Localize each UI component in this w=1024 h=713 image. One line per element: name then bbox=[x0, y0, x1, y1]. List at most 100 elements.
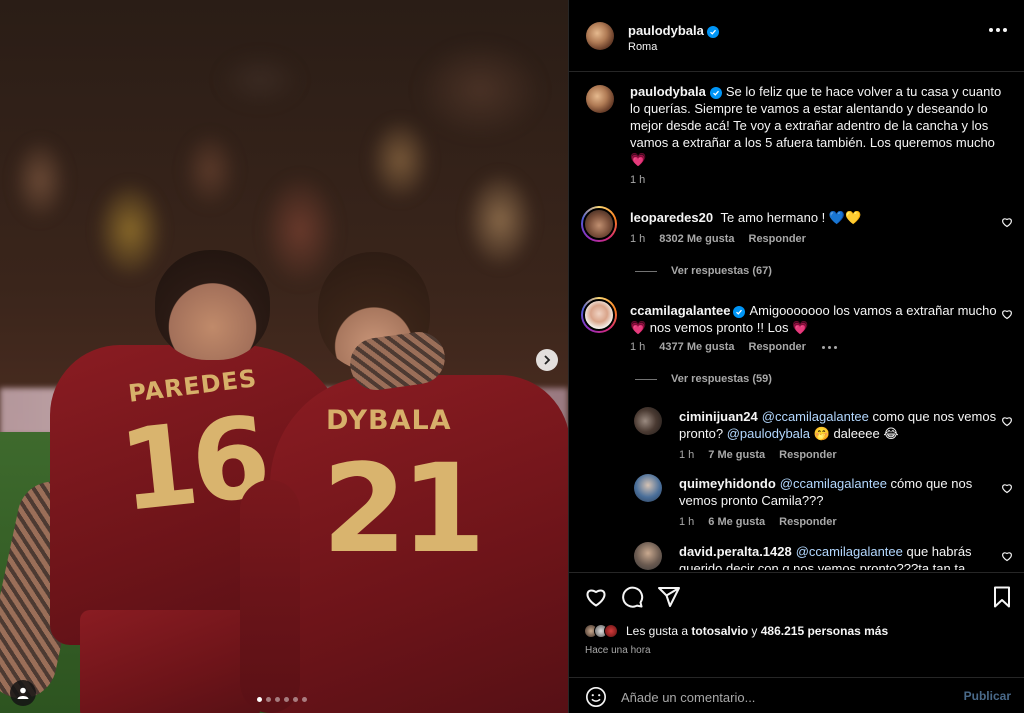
comment-time: 1 h bbox=[630, 233, 646, 245]
jersey-number-dybala: 21 bbox=[322, 438, 486, 580]
person-icon bbox=[17, 687, 29, 699]
comments-list[interactable]: paulodybala Se lo feliz que te hace volve… bbox=[569, 72, 1024, 570]
tagged-users-button[interactable] bbox=[10, 680, 36, 706]
likes-count[interactable]: 486.215 personas más bbox=[761, 624, 888, 638]
verified-badge-icon bbox=[706, 26, 719, 38]
comment-meta: 1 h 8302 Me gusta Responder bbox=[630, 233, 806, 245]
publish-button[interactable]: Publicar bbox=[964, 689, 1011, 703]
mention-link[interactable]: @ccamilagalantee bbox=[796, 544, 903, 559]
reply-meta: 1 h 6 Me gusta Responder bbox=[679, 516, 837, 528]
reply-body: que habrás bbox=[902, 544, 972, 559]
reply-likes[interactable]: 6 Me gusta bbox=[708, 516, 765, 528]
comment-input[interactable] bbox=[621, 686, 941, 708]
mention-link[interactable]: @ccamilagalantee bbox=[780, 476, 887, 491]
author-username[interactable]: paulodybala bbox=[628, 23, 704, 38]
carousel-dot bbox=[284, 697, 289, 702]
comment-options-button[interactable] bbox=[821, 345, 837, 349]
reply-body-line2: pronto? bbox=[679, 426, 727, 441]
comment-time: 1 h bbox=[630, 341, 646, 353]
view-replies-label: Ver respuestas (67) bbox=[671, 265, 772, 277]
caption-avatar[interactable] bbox=[586, 85, 614, 113]
comment-text: ccamilagalantee Amigooooooo los vamos a e… bbox=[630, 302, 1000, 336]
reply-body-line2: querido decir con q nos vemos pronto???t… bbox=[679, 561, 966, 570]
reply-likes[interactable]: 7 Me gusta bbox=[708, 449, 765, 461]
caption-meta: 1 h bbox=[630, 174, 645, 186]
carousel-indicator bbox=[257, 697, 307, 702]
author-avatar[interactable] bbox=[586, 22, 614, 50]
save-bookmark-icon[interactable] bbox=[990, 585, 1014, 609]
caption-text: paulodybala Se lo feliz que te hace volve… bbox=[630, 83, 1002, 168]
carousel-next-button[interactable] bbox=[536, 349, 558, 371]
paredes-head bbox=[155, 250, 270, 360]
reply-avatar[interactable] bbox=[634, 542, 662, 570]
reply-body-line2: vemos pronto Camila??? bbox=[679, 493, 824, 508]
reply-meta: 1 h 7 Me gusta Responder bbox=[679, 449, 837, 461]
comment-body: Amigooooooo los vamos a extrañar mucho bbox=[749, 303, 997, 318]
carousel-dot bbox=[257, 697, 262, 702]
reply-body-line2-end: 🤭 daleeee 😂 bbox=[810, 426, 899, 441]
paredes-shorts bbox=[80, 610, 260, 713]
share-icon[interactable] bbox=[657, 585, 681, 609]
like-comment-heart-icon[interactable] bbox=[1001, 308, 1013, 320]
more-dot-icon bbox=[996, 28, 1000, 32]
reply-avatar[interactable] bbox=[634, 474, 662, 502]
likes-user[interactable]: totosalvio bbox=[691, 624, 748, 638]
comment-avatar[interactable] bbox=[581, 297, 617, 333]
view-replies-button[interactable]: Ver respuestas (59) bbox=[635, 373, 772, 385]
reply-body: cómo que nos bbox=[886, 476, 973, 491]
mention-link[interactable]: @paulodybala bbox=[727, 426, 810, 441]
like-comment-heart-icon[interactable] bbox=[1001, 482, 1013, 494]
reply-username[interactable]: ciminijuan24 bbox=[679, 409, 758, 424]
view-replies-button[interactable]: Ver respuestas (67) bbox=[635, 265, 772, 277]
add-comment-bar: Publicar bbox=[569, 677, 1024, 713]
caption-time: 1 h bbox=[630, 174, 646, 186]
reply-time: 1 h bbox=[679, 516, 695, 528]
reply-username[interactable]: david.peralta.1428 bbox=[679, 544, 792, 559]
liker-avatar bbox=[604, 624, 618, 638]
caption-username[interactable]: paulodybala bbox=[630, 84, 706, 99]
reply-button[interactable]: Responder bbox=[749, 233, 806, 245]
like-comment-heart-icon[interactable] bbox=[1001, 415, 1013, 427]
post-detail-panel: paulodybala Roma paulodybala Se lo feliz … bbox=[568, 0, 1024, 713]
reply-text: quimeyhidondo @ccamilagalantee cómo que n… bbox=[679, 475, 999, 509]
reply-body: como que nos vemos bbox=[868, 409, 997, 424]
reply-button[interactable]: Responder bbox=[779, 516, 836, 528]
post-time-ago: Hace una hora bbox=[585, 645, 651, 656]
comment-likes[interactable]: 4377 Me gusta bbox=[659, 341, 734, 353]
post-location[interactable]: Roma bbox=[628, 41, 657, 53]
reply-username[interactable]: quimeyhidondo bbox=[679, 476, 776, 491]
comment-avatar[interactable] bbox=[581, 206, 617, 242]
comment-username[interactable]: ccamilagalantee bbox=[630, 303, 730, 318]
post-photo[interactable]: PAREDES 16 DYBALA 21 bbox=[0, 0, 568, 713]
more-options-button[interactable] bbox=[989, 28, 1007, 32]
carousel-dot bbox=[302, 697, 307, 702]
emoji-smiley-icon[interactable] bbox=[585, 686, 607, 708]
comment-text: leoparedes20 Te amo hermano ! 💙💛 bbox=[630, 209, 970, 226]
mention-link[interactable]: @ccamilagalantee bbox=[762, 409, 869, 424]
likes-summary[interactable]: Les gusta a totosalvio y 486.215 persona… bbox=[584, 624, 888, 638]
comment-username[interactable]: leoparedes20 bbox=[630, 210, 713, 225]
reply-avatar[interactable] bbox=[634, 407, 662, 435]
reply-text: david.peralta.1428 @ccamilagalantee que h… bbox=[679, 543, 999, 570]
more-dot-icon bbox=[1003, 28, 1007, 32]
chevron-right-icon bbox=[544, 355, 551, 365]
comment-meta: 1 h 4377 Me gusta Responder bbox=[630, 341, 837, 353]
replies-line bbox=[635, 270, 657, 272]
verified-badge-icon bbox=[733, 306, 746, 318]
caption-emoji: 💗 bbox=[630, 152, 647, 167]
liker-avatars bbox=[584, 624, 618, 638]
dybala-arm bbox=[240, 480, 300, 713]
comment-body: Te amo hermano ! bbox=[720, 210, 826, 225]
reply-text: ciminijuan24 @ccamilagalantee como que no… bbox=[679, 408, 999, 442]
reply-button[interactable]: Responder bbox=[779, 449, 836, 461]
reply-button[interactable]: Responder bbox=[749, 341, 806, 353]
reply-time: 1 h bbox=[679, 449, 695, 461]
like-comment-heart-icon[interactable] bbox=[1001, 550, 1013, 562]
like-heart-icon[interactable] bbox=[584, 585, 608, 609]
stadium-crowd-background bbox=[0, 0, 568, 400]
post-actions: Les gusta a totosalvio y 486.215 persona… bbox=[569, 572, 1024, 708]
comment-likes[interactable]: 8302 Me gusta bbox=[659, 233, 734, 245]
comment-emoji: 💗 bbox=[630, 320, 647, 335]
like-comment-heart-icon[interactable] bbox=[1001, 216, 1013, 228]
comment-icon[interactable] bbox=[620, 585, 644, 609]
